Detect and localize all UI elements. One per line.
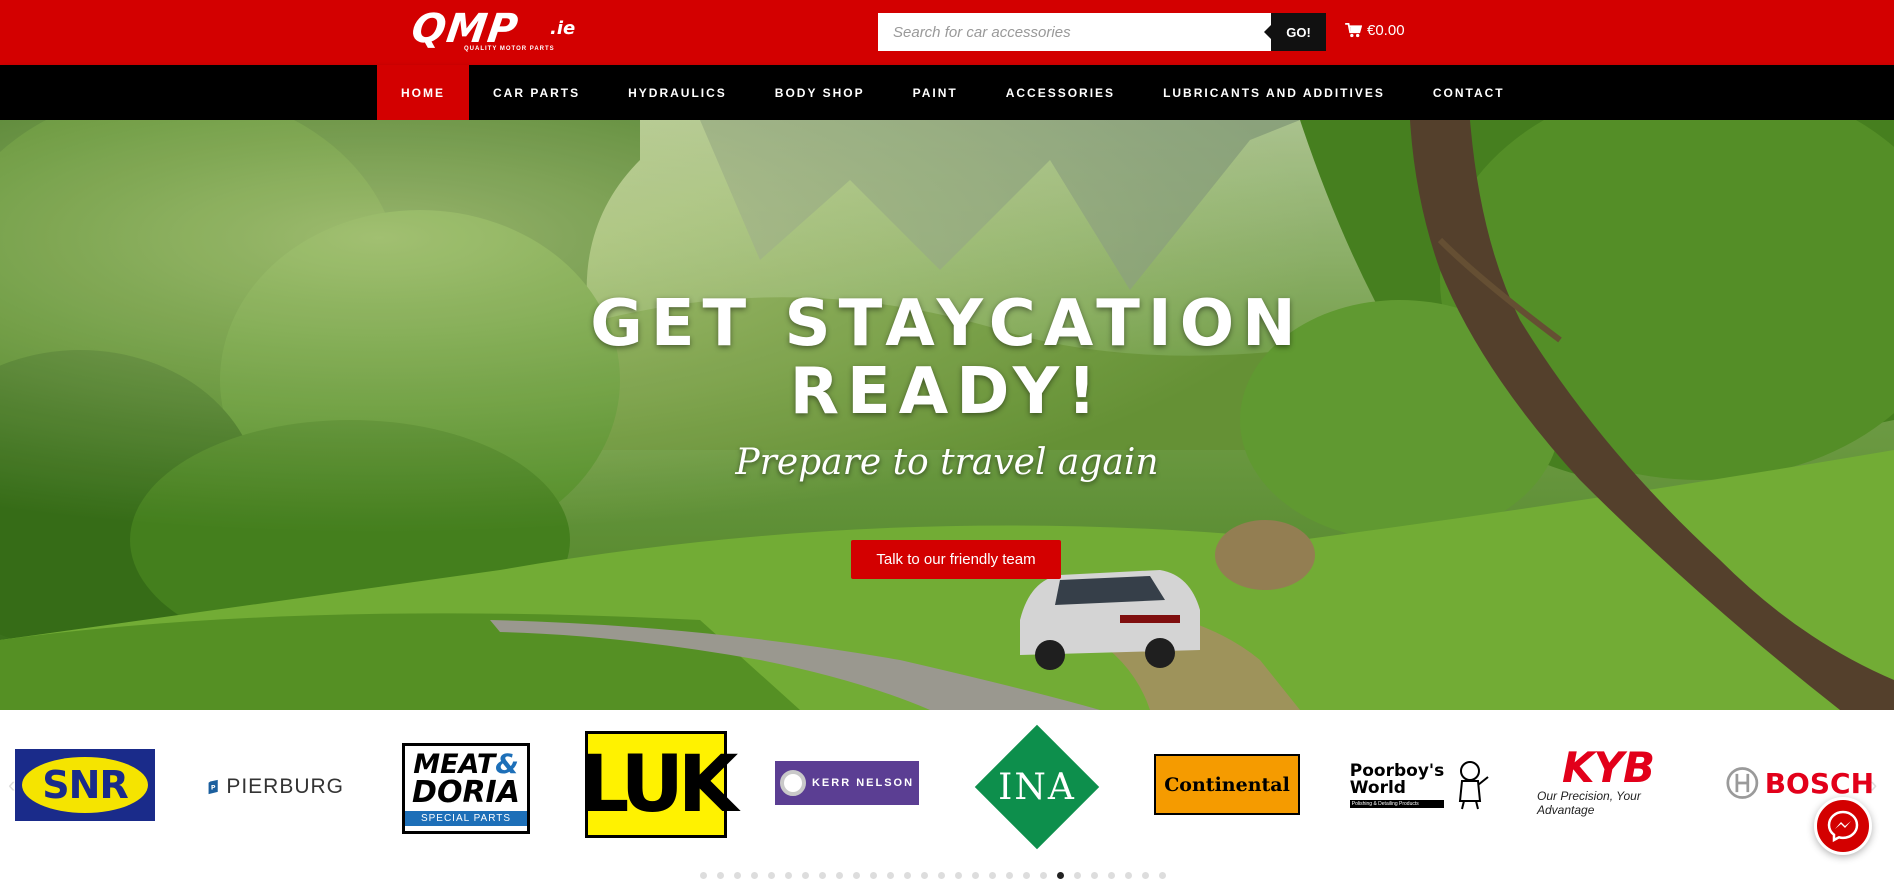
carousel-dot[interactable]: [717, 872, 724, 879]
carousel-dot[interactable]: [700, 872, 707, 879]
carousel-dot[interactable]: [734, 872, 741, 879]
nav-car-parts[interactable]: CAR PARTS: [469, 65, 604, 120]
brand-name-line-1: Poorboy's: [1349, 760, 1445, 781]
site-logo[interactable]: QMP .ie QUALITY MOTOR PARTS: [409, 6, 588, 56]
nav-paint[interactable]: PAINT: [889, 65, 982, 120]
carousel-dot[interactable]: [853, 872, 860, 879]
carousel-dot[interactable]: [819, 872, 826, 879]
carousel-dot[interactable]: [938, 872, 945, 879]
brand-logo-meat-doria[interactable]: MEAT& DORIA SPECIAL PARTS: [402, 743, 530, 834]
brand-tagline: Our Precision, Your Advantage: [1537, 789, 1641, 817]
brand-logo-pierburg[interactable]: P PIERBURG: [208, 758, 344, 816]
logo-tagline: QUALITY MOTOR PARTS: [464, 46, 555, 52]
cart-icon: [1345, 23, 1362, 38]
cart-total: €0.00: [1367, 22, 1405, 39]
hero-title-line-1: GET STAYCATION: [590, 287, 1304, 361]
carousel-dot[interactable]: [802, 872, 809, 879]
search-input[interactable]: [878, 13, 1271, 51]
carousel-dot[interactable]: [870, 872, 877, 879]
search-button[interactable]: GO!: [1264, 13, 1326, 51]
carousel-dot[interactable]: [887, 872, 894, 879]
brand-name-line-2: DORIA: [412, 775, 520, 810]
contact-team-button[interactable]: Talk to our friendly team: [851, 540, 1061, 579]
top-header: QMP .ie QUALITY MOTOR PARTS GO! €0.00: [0, 0, 1894, 65]
carousel-dot[interactable]: [904, 872, 911, 879]
carousel-dot[interactable]: [785, 872, 792, 879]
carousel-dot[interactable]: [1108, 872, 1115, 879]
carousel-dot[interactable]: [972, 872, 979, 879]
nav-hydraulics[interactable]: HYDRAULICS: [604, 65, 751, 120]
carousel-dot[interactable]: [1057, 872, 1064, 879]
bosch-armature-icon: [1726, 767, 1759, 799]
carousel-dot[interactable]: [751, 872, 758, 879]
carousel-dot[interactable]: [1023, 872, 1030, 879]
messenger-chat-button[interactable]: [1814, 797, 1872, 855]
carousel-dot[interactable]: [1142, 872, 1149, 879]
carousel-dot[interactable]: [955, 872, 962, 879]
logo-suffix: .ie: [550, 18, 576, 39]
brand-name: SNR: [42, 763, 128, 807]
carousel-dot[interactable]: [836, 872, 843, 879]
brand-logo-ina[interactable]: INA: [974, 724, 1100, 850]
svg-text:P: P: [211, 785, 216, 792]
nav-body-shop[interactable]: BODY SHOP: [751, 65, 889, 120]
carousel-pagination: [700, 872, 1166, 879]
brand-name: KYB: [1562, 743, 1655, 792]
carousel-dot[interactable]: [1091, 872, 1098, 879]
nav-accessories[interactable]: ACCESSORIES: [982, 65, 1139, 120]
brand-logo-kerr-nelson[interactable]: KERR NELSON: [775, 761, 919, 805]
cart-link[interactable]: €0.00: [1345, 22, 1405, 39]
brand-tagline: SPECIAL PARTS: [405, 811, 527, 826]
carousel-dot[interactable]: [1006, 872, 1013, 879]
brand-name: LUK: [579, 739, 739, 830]
brand-logo-luk[interactable]: LUK: [580, 731, 738, 838]
brand-name: INA: [998, 766, 1076, 808]
brand-name: KERR NELSON: [811, 777, 915, 789]
hero-subtitle: Prepare to travel again: [735, 442, 1159, 483]
carousel-dot[interactable]: [1159, 872, 1166, 879]
hero-banner: GET STAYCATION READY! Prepare to travel …: [0, 120, 1894, 710]
kerr-nelson-emblem-icon: [779, 770, 806, 796]
carousel-dot[interactable]: [921, 872, 928, 879]
carousel-dot[interactable]: [1074, 872, 1081, 879]
brand-logo-snr[interactable]: SNR: [15, 749, 155, 821]
brand-name: BOSCH: [1764, 766, 1874, 800]
brand-name: PIERBURG: [226, 775, 344, 798]
carousel-dot[interactable]: [1040, 872, 1047, 879]
pierburg-emblem-icon: P: [208, 779, 218, 795]
brand-name-line-2: World: [1349, 777, 1406, 798]
poorboy-mascot-icon: [1459, 761, 1489, 810]
carousel-dot[interactable]: [989, 872, 996, 879]
hero-title: GET STAYCATION READY!: [0, 290, 1894, 426]
carousel-dot[interactable]: [768, 872, 775, 879]
brand-name: Continental: [1164, 773, 1290, 796]
nav-contact[interactable]: CONTACT: [1409, 65, 1529, 120]
brand-logo-continental[interactable]: Continental: [1154, 754, 1300, 815]
brand-carousel: ‹ › SNR P PIERBURG MEAT& DORIA SPECIAL P…: [0, 710, 1894, 879]
nav-home[interactable]: HOME: [377, 65, 469, 120]
hero-title-line-2: READY!: [789, 355, 1105, 429]
nav-lubricants-and-additives[interactable]: LUBRICANTS AND ADDITIVES: [1139, 65, 1409, 120]
brand-tagline: Polishing & Detailing Products: [1349, 799, 1445, 808]
brand-logo-kyb[interactable]: KYB Our Precision, Your Advantage: [1537, 743, 1679, 818]
brand-logo-poorboys-world[interactable]: Poorboy's World Polishing & Detailing Pr…: [1346, 757, 1494, 813]
messenger-icon: [1827, 810, 1859, 843]
main-navigation: HOME CAR PARTS HYDRAULICS BODY SHOP PAIN…: [0, 65, 1894, 120]
carousel-dot[interactable]: [1125, 872, 1132, 879]
